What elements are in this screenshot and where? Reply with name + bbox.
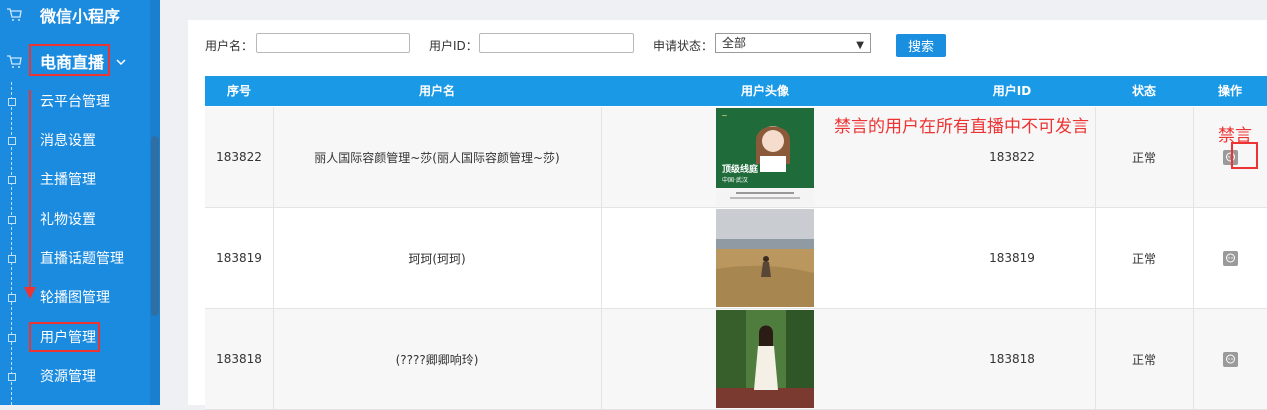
- cell-username: 珂珂(珂珂): [408, 251, 466, 266]
- sidebar: 微信小程序 电商直播 云平台管理 消息设置 主播管理 礼物设置 直播话题管理 轮…: [0, 0, 160, 405]
- cell-username: (????卿卿响玲): [395, 352, 479, 367]
- cell-status: 正常: [1131, 251, 1156, 266]
- sidebar-scrollbar-thumb[interactable]: [151, 136, 159, 316]
- cell-status: 正常: [1131, 352, 1156, 367]
- cell-avatar: [601, 208, 929, 308]
- cell-actions: [1193, 309, 1267, 409]
- sidebar-item-resource[interactable]: 资源管理: [0, 357, 150, 395]
- chevron-down-icon: [116, 59, 126, 65]
- cart-icon: [7, 8, 22, 21]
- sidebar-item-label: 资源管理: [40, 369, 96, 385]
- poster-tagline: 中国·武汉: [722, 176, 748, 184]
- menu-wechat-miniprogram[interactable]: 微信小程序: [0, 0, 150, 34]
- table-row: 183818 (????卿卿响玲) 183818 正常: [205, 309, 1267, 410]
- chat-bubble-icon: [1225, 253, 1235, 262]
- table-header: 序号 用户名 用户头像 用户ID 状态 操作: [205, 76, 1267, 106]
- column-header: 操作: [1217, 84, 1242, 98]
- cell-actions: [1193, 208, 1267, 308]
- tree-node: [8, 216, 16, 224]
- chat-bubble-icon: [1225, 354, 1235, 363]
- search-button[interactable]: 搜索: [896, 34, 946, 57]
- avatar: [716, 310, 814, 408]
- sidebar-item-label: 云平台管理: [40, 94, 110, 110]
- sidebar-item-label: 礼物设置: [40, 212, 96, 228]
- column-header: 用户头像: [740, 84, 789, 98]
- cart-icon: [7, 55, 22, 68]
- status-label: 申请状态：: [653, 39, 714, 53]
- cell-seq: 183822: [216, 150, 262, 164]
- tree-node: [8, 137, 16, 145]
- status-select-value: 全部: [722, 36, 747, 50]
- cell-seq: 183819: [216, 251, 262, 265]
- status-select[interactable]: 全部 ▼: [715, 33, 871, 53]
- column-header: 状态: [1131, 84, 1156, 98]
- highlight-box: [29, 322, 100, 352]
- username-label: 用户名：: [205, 39, 254, 53]
- userid-input[interactable]: [479, 33, 634, 53]
- tree-node: [8, 176, 16, 184]
- column-header: 用户ID: [992, 84, 1032, 98]
- caret-down-icon: ▼: [856, 40, 864, 51]
- table-row: 183819 珂珂(珂珂) 183819 正常: [205, 208, 1267, 309]
- arrow-line: [29, 90, 31, 290]
- sidebar-item-topic[interactable]: 直播话题管理: [0, 239, 150, 277]
- mute-button[interactable]: [1222, 250, 1238, 266]
- mute-highlight-box: [1231, 142, 1258, 169]
- sidebar-item-gift[interactable]: 礼物设置: [0, 200, 150, 238]
- highlight-box: [29, 44, 110, 76]
- column-header: 用户名: [418, 84, 455, 98]
- arrow-down-icon: [24, 287, 36, 299]
- tree-node: [8, 373, 16, 381]
- column-header: 序号: [226, 84, 251, 98]
- avatar: [716, 209, 814, 307]
- cell-userid: 183819: [989, 251, 1035, 265]
- menu-label: 微信小程序: [40, 7, 121, 26]
- main-panel: 用户名： 用户ID： 申请状态： 全部 ▼ 搜索 序号 用户名 用户头像 用户I…: [188, 20, 1267, 410]
- cell-status: 正常: [1131, 150, 1156, 165]
- tree-node: [8, 334, 16, 342]
- sidebar-item-label: 主播管理: [40, 172, 96, 188]
- cell-userid: 183818: [989, 352, 1035, 366]
- sidebar-item-label: 直播话题管理: [40, 251, 124, 267]
- table-row: 183822 丽人国际容颜管理~莎(丽人国际容颜管理~莎) ~ 顶级线庭 中国·…: [205, 107, 1267, 208]
- tree-node: [8, 255, 16, 263]
- username-input[interactable]: [256, 33, 410, 53]
- sidebar-item-cloud[interactable]: 云平台管理: [0, 82, 150, 120]
- cell-username: 丽人国际容颜管理~莎(丽人国际容颜管理~莎): [314, 150, 560, 165]
- cell-seq: 183818: [216, 352, 262, 366]
- sidebar-item-anchor[interactable]: 主播管理: [0, 160, 150, 198]
- userid-label: 用户ID：: [429, 39, 478, 53]
- filter-bar: 用户名： 用户ID： 申请状态： 全部 ▼ 搜索: [188, 20, 1267, 72]
- sidebar-item-label: 轮播图管理: [40, 290, 110, 306]
- tree-node: [8, 294, 16, 302]
- sidebar-item-label: 消息设置: [40, 133, 96, 149]
- sidebar-item-message[interactable]: 消息设置: [0, 121, 150, 159]
- poster-headline: 顶级线庭: [722, 163, 759, 175]
- cell-avatar: [601, 309, 929, 409]
- mute-button[interactable]: [1222, 351, 1238, 367]
- tree-node: [8, 98, 16, 106]
- mute-annotation-note: 禁言的用户在所有直播中不可发言: [834, 117, 1089, 137]
- sidebar-item-carousel[interactable]: 轮播图管理: [0, 278, 150, 316]
- avatar: ~ 顶级线庭 中国·武汉: [716, 108, 814, 206]
- svg-text:~: ~: [721, 111, 728, 120]
